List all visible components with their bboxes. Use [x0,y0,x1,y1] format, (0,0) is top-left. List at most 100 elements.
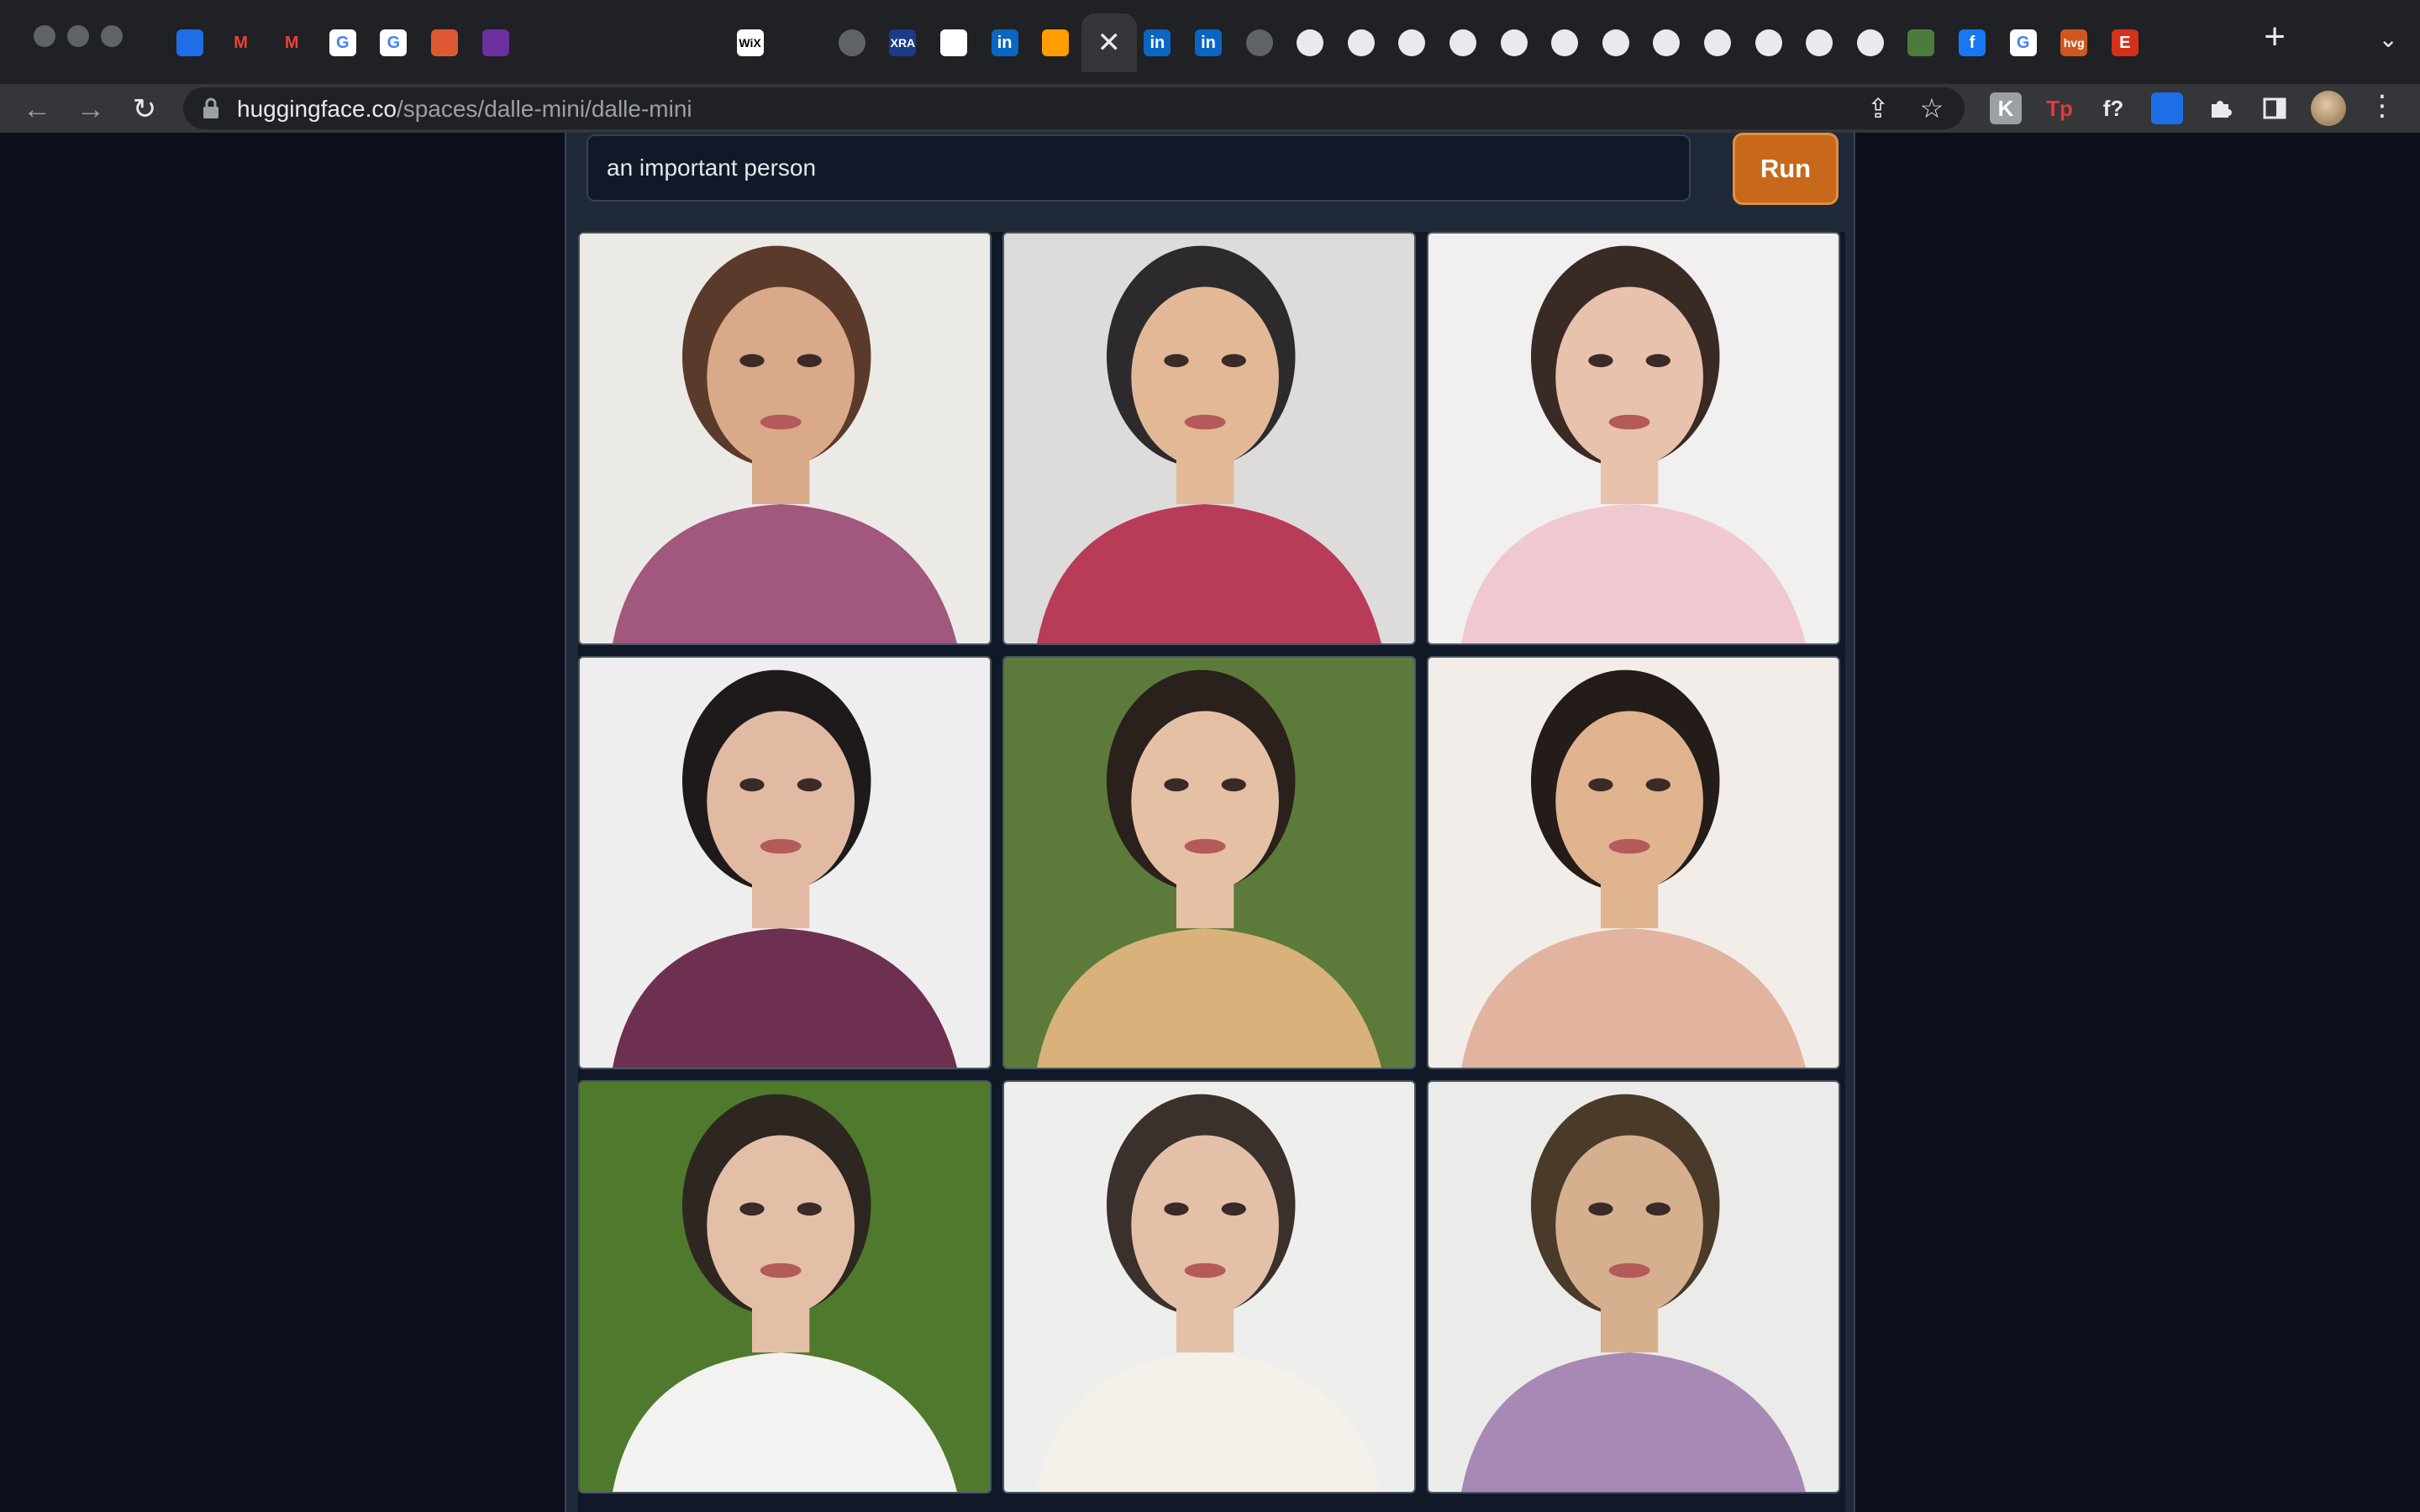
prompt-input[interactable]: an important person [587,134,1691,202]
gear-icon [1704,29,1731,56]
bookmark-star-icon[interactable]: ☆ [1918,94,1946,123]
url-host: huggingface.co [237,96,397,122]
browser-tab[interactable] [1744,13,1794,72]
lock-icon [203,97,218,118]
browser-tab[interactable]: in [1183,13,1234,72]
browser-tab[interactable]: M [266,13,317,72]
generated-image-9[interactable] [1427,1080,1840,1494]
white-square-icon [940,29,967,56]
browser-tab[interactable] [521,13,571,72]
browser-tab[interactable] [1438,13,1488,72]
browser-tab[interactable] [1030,13,1081,72]
window-close-dot[interactable] [34,25,55,47]
red-bookmark-icon [584,29,611,56]
gem-icon [176,29,203,56]
tab-search-button[interactable]: ⌄ [2379,25,2398,53]
side-panel-icon[interactable] [2259,92,2291,124]
f-question-extension-icon[interactable]: f? [2097,92,2129,124]
browser-tab[interactable]: hvg [2049,13,2099,72]
portrait-illustration [580,658,990,1068]
reload-icon[interactable]: ↻ [126,91,163,128]
browser-tab[interactable]: G [1998,13,2049,72]
browser-tab[interactable] [1692,13,1743,72]
tp-extension-icon[interactable]: Tp [2044,92,2075,124]
browser-tab[interactable]: ✕ [1081,13,1137,72]
browser-tab[interactable] [1336,13,1386,72]
purple-app-icon [481,29,509,56]
blank-icon [787,29,814,56]
hvg-icon: hvg [2060,29,2088,56]
etsy-icon: E [2111,29,2139,56]
puzzle-icon[interactable] [2205,92,2237,124]
browser-tab[interactable] [1285,13,1335,72]
generated-image-5[interactable] [1002,656,1416,1069]
gear-icon [1500,29,1528,56]
browser-tab[interactable] [419,13,470,72]
window-minimize-dot[interactable] [67,25,89,47]
generated-image-1[interactable] [578,232,992,645]
back-arrow-icon[interactable]: ← [18,91,55,128]
browser-tab[interactable] [1794,13,1844,72]
gear-icon [1449,29,1476,56]
portrait-illustration [1428,234,1839,643]
gem-extension-icon[interactable] [2151,92,2183,124]
profile-avatar[interactable] [2311,91,2346,126]
google-icon: G [380,29,408,56]
browser-tab[interactable] [827,13,877,72]
browser-tab[interactable] [1591,13,1641,72]
green-pill-icon [1907,29,1935,56]
browser-tab[interactable] [1234,13,1285,72]
portrait-illustration [1004,1082,1414,1492]
browser-tab[interactable]: in [1132,13,1182,72]
browser-tab[interactable]: E [2100,13,2150,72]
window-zoom-dot[interactable] [101,25,123,47]
generated-image-2[interactable] [1002,232,1416,645]
browser-tab[interactable]: XRA [877,13,928,72]
k-extension-icon[interactable]: K [1990,92,2022,124]
browser-toolbar: ← → ↻ huggingface.co/spaces/dalle-mini/d… [0,84,2420,133]
browser-tab[interactable] [1845,13,1896,72]
generated-image-7[interactable] [578,1080,992,1494]
red-bookmark-icon [533,29,560,56]
close-icon[interactable]: ✕ [1097,26,1122,60]
browser-tab[interactable]: G [368,13,418,72]
browser-tab[interactable] [1386,13,1437,72]
browser-title-bar: M M G G WiX XRA in ✕ in in f Ghvg E + ⌄ [0,0,2420,84]
browser-menu-icon[interactable]: ⋮ [2368,89,2396,123]
gear-icon [1806,29,1833,56]
browser-tab[interactable] [471,13,521,72]
gear-icon [1602,29,1629,56]
browser-tab[interactable]: in [980,13,1030,72]
gear-icon [1398,29,1426,56]
browser-tab[interactable] [929,13,979,72]
globe-icon [838,29,865,56]
browser-tab[interactable]: f [1947,13,1997,72]
google-icon: G [329,29,356,56]
browser-tab[interactable] [674,13,724,72]
browser-tab[interactable] [776,13,826,72]
generated-image-6[interactable] [1427,656,1840,1069]
generated-image-4[interactable] [578,656,992,1069]
browser-tab[interactable] [1489,13,1539,72]
browser-tab[interactable] [1896,13,1946,72]
browser-tab[interactable]: G [318,13,368,72]
huggingface-icon [1042,29,1070,56]
forward-arrow-icon[interactable]: → [72,91,109,128]
browser-tab[interactable]: M [216,13,266,72]
generated-image-8[interactable] [1002,1080,1416,1494]
gmail-icon: M [234,34,248,52]
address-bar[interactable]: huggingface.co/spaces/dalle-mini/dalle-m… [183,87,1965,129]
browser-tab[interactable] [1539,13,1590,72]
browser-tab[interactable] [1641,13,1691,72]
share-icon[interactable]: ⇪ [1864,94,1892,123]
linkedin-icon: in [991,29,1018,56]
new-tab-button[interactable]: + [2264,18,2286,55]
duckduckgo-icon [431,29,458,56]
run-button[interactable]: Run [1733,133,1839,205]
browser-tab[interactable] [572,13,623,72]
browser-tab[interactable] [623,13,673,72]
app-panel: an important person Run [565,133,1855,1512]
generated-image-3[interactable] [1427,232,1840,645]
browser-tab[interactable]: WiX [725,13,776,72]
browser-tab[interactable] [165,13,215,72]
